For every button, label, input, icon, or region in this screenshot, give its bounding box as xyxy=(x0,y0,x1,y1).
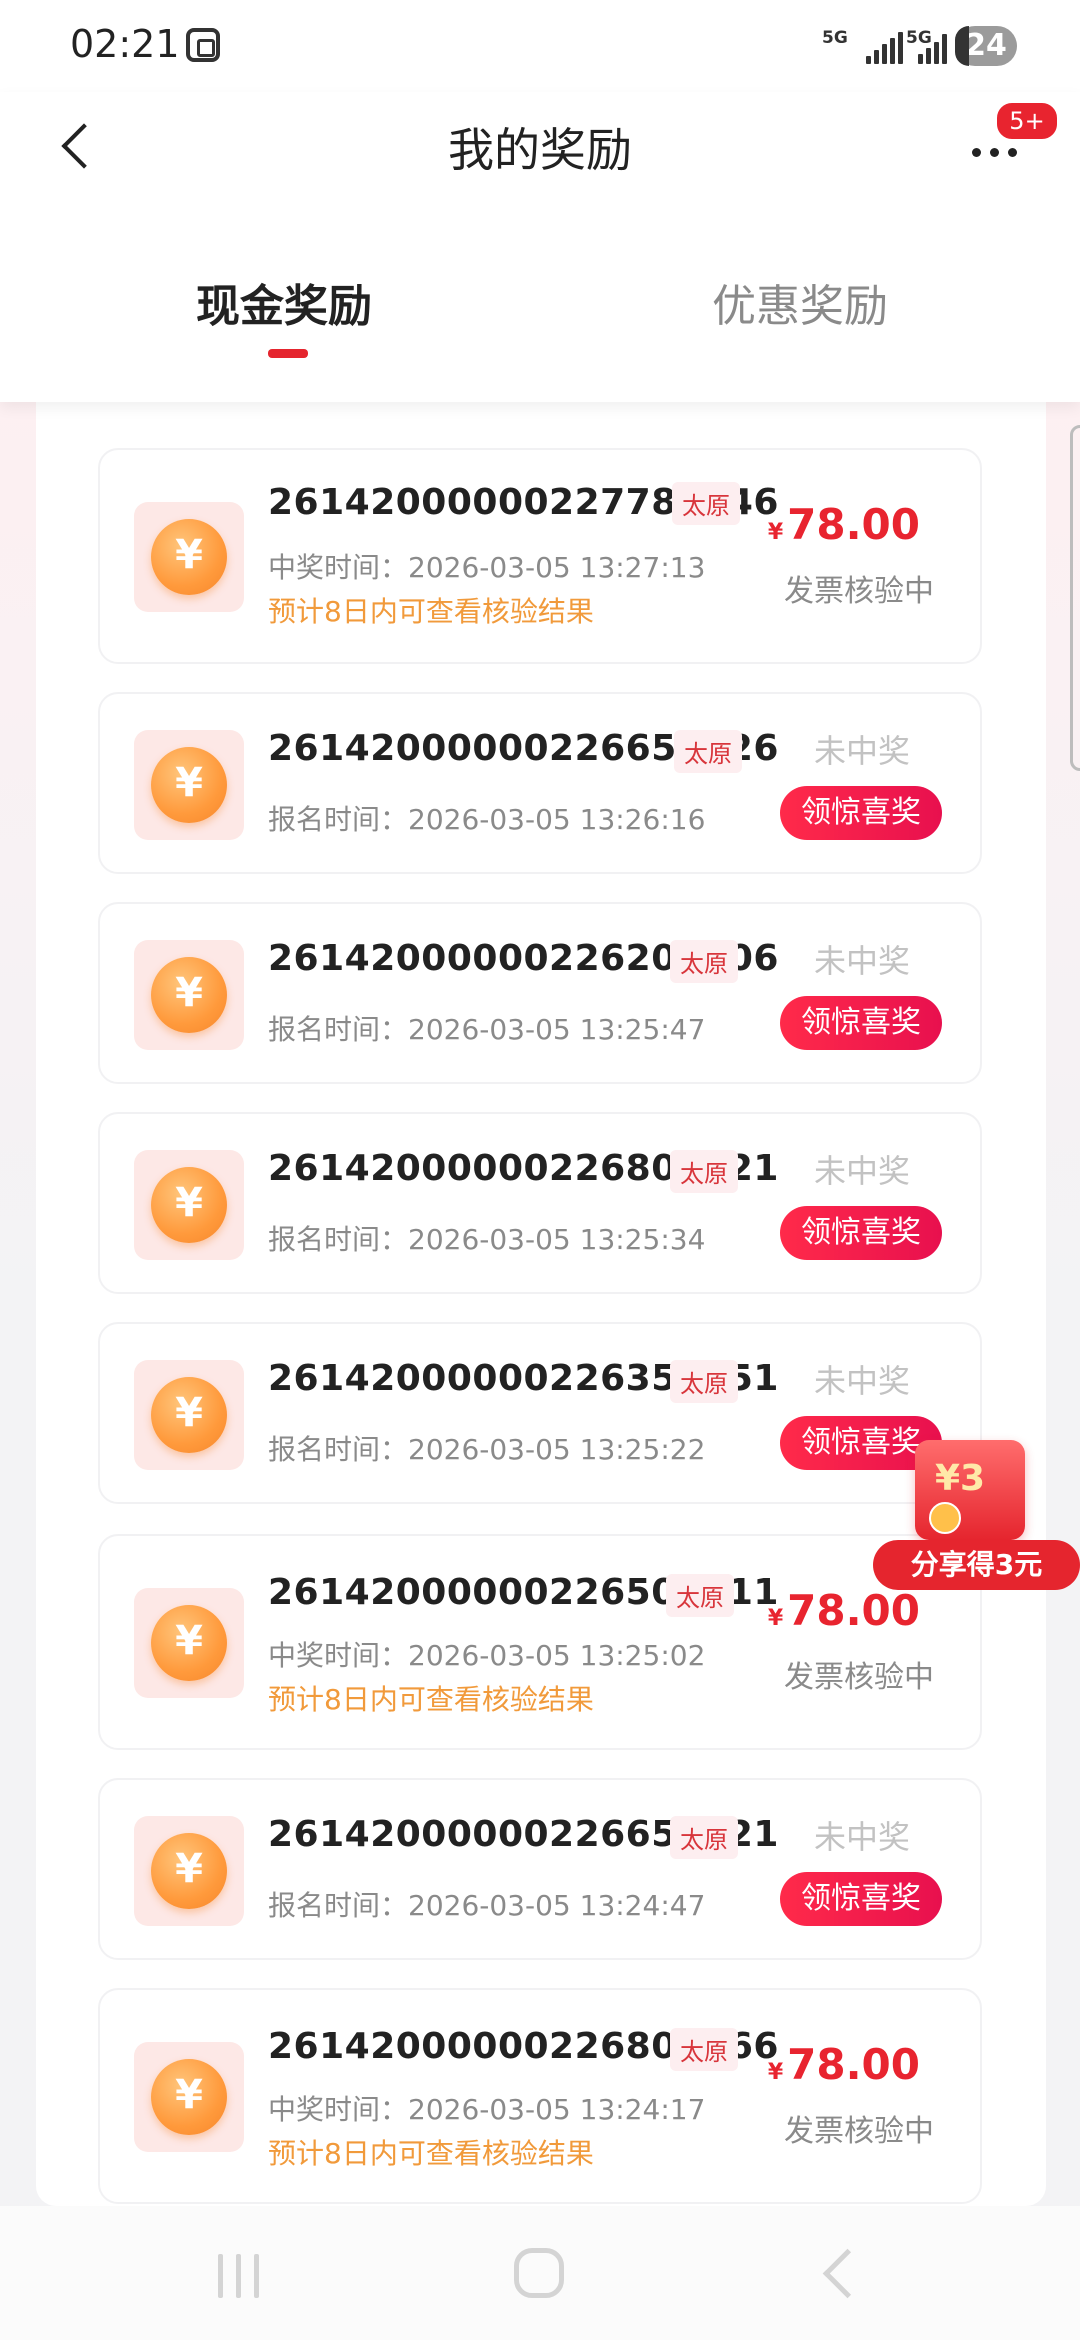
status-bar: 02:21 5G 5G 24 xyxy=(0,0,1080,92)
reward-amount: ¥78.00 xyxy=(767,500,920,549)
status-time: 02:21 xyxy=(70,22,180,66)
status-text: 发票核验中 xyxy=(784,1660,934,1695)
record-time: 中奖时间：2026-03-05 13:24:17 xyxy=(268,2093,706,2126)
city-tag: 太原 xyxy=(670,1360,738,1403)
reward-card[interactable]: ¥ 26142000000226206106 太原 报名时间：2026-03-0… xyxy=(98,902,982,1084)
record-time: 中奖时间：2026-03-05 13:25:02 xyxy=(268,1639,706,1672)
back-nav-icon[interactable] xyxy=(822,2248,873,2299)
result-text: 未中奖 xyxy=(813,1152,910,1190)
claim-surprise-button[interactable]: 领惊喜奖 xyxy=(780,996,942,1050)
reward-card[interactable]: ¥ 26142000000226653721 太原 报名时间：2026-03-0… xyxy=(98,1778,982,1960)
reward-card[interactable]: ¥ 26142000000226805221 太原 报名时间：2026-03-0… xyxy=(98,1112,982,1294)
reward-card[interactable]: ¥ 26142000000226801666 太原 中奖时间：2026-03-0… xyxy=(98,1988,982,2204)
reward-amount: ¥78.00 xyxy=(767,2040,920,2089)
coin-yuan-icon: ¥ xyxy=(134,502,244,612)
city-tag: 太原 xyxy=(670,1816,738,1859)
scrollbar[interactable] xyxy=(1070,425,1080,771)
coin-yuan-icon: ¥ xyxy=(134,1360,244,1470)
coin-yuan-icon: ¥ xyxy=(134,730,244,840)
gold-coin-icon xyxy=(929,1502,961,1534)
city-tag: 太原 xyxy=(670,1150,738,1193)
record-time: 报名时间：2026-03-05 13:24:47 xyxy=(268,1889,706,1922)
signal-icon-2 xyxy=(910,30,950,64)
coin-yuan-icon: ¥ xyxy=(134,2042,244,2152)
tab-coupon-rewards[interactable]: 优惠奖励 xyxy=(712,270,888,334)
coin-yuan-icon: ¥ xyxy=(134,940,244,1050)
record-time: 报名时间：2026-03-05 13:26:16 xyxy=(268,803,706,836)
share-reward-widget[interactable]: ¥3 分享得3元 xyxy=(873,1440,1080,1590)
coin-yuan-icon: ¥ xyxy=(134,1588,244,1698)
battery-icon: 24 xyxy=(955,26,1017,66)
claim-surprise-button[interactable]: 领惊喜奖 xyxy=(780,1206,942,1260)
result-text: 未中奖 xyxy=(813,732,910,770)
reward-card[interactable]: ¥ 26142000000227782546 太原 中奖时间：2026-03-0… xyxy=(98,448,982,664)
page-title: 我的奖励 xyxy=(448,123,632,177)
city-tag: 太原 xyxy=(672,482,740,525)
record-time: 报名时间：2026-03-05 13:25:47 xyxy=(268,1013,706,1046)
tab-cash-rewards[interactable]: 现金奖励 xyxy=(196,270,372,334)
claim-surprise-button[interactable]: 领惊喜奖 xyxy=(780,1872,942,1926)
share-button[interactable]: 分享得3元 xyxy=(873,1540,1080,1590)
city-tag: 太原 xyxy=(674,730,742,773)
status-text: 发票核验中 xyxy=(784,2114,934,2149)
record-time: 报名时间：2026-03-05 13:25:34 xyxy=(268,1223,706,1256)
screenshot-icon xyxy=(186,28,220,62)
status-text: 发票核验中 xyxy=(784,574,934,609)
network-label-1: 5G xyxy=(822,28,848,48)
reward-card[interactable]: ¥ 26142000000226357051 太原 报名时间：2026-03-0… xyxy=(98,1322,982,1504)
result-text: 未中奖 xyxy=(813,1818,910,1856)
city-tag: 太原 xyxy=(666,1574,734,1617)
reward-card[interactable]: ¥ 26142000000226655626 太原 报名时间：2026-03-0… xyxy=(98,692,982,874)
signal-icon-1 xyxy=(866,30,906,64)
tab-indicator xyxy=(268,349,308,358)
result-text: 未中奖 xyxy=(813,1362,910,1400)
reward-amount: ¥78.00 xyxy=(767,1586,920,1635)
notification-badge: 5+ xyxy=(994,100,1060,142)
recent-apps-icon[interactable] xyxy=(218,2254,262,2298)
home-icon[interactable] xyxy=(514,2248,564,2298)
city-tag: 太原 xyxy=(670,2028,738,2071)
record-time: 中奖时间：2026-03-05 13:27:13 xyxy=(268,551,706,584)
verify-note: 预计8日内可查看核验结果 xyxy=(268,595,594,628)
result-text: 未中奖 xyxy=(813,942,910,980)
page-header: 我的奖励 5+ 现金奖励 优惠奖励 xyxy=(0,92,1080,402)
reward-card[interactable]: ¥ 26142000000226505311 太原 中奖时间：2026-03-0… xyxy=(98,1534,982,1750)
verify-note: 预计8日内可查看核验结果 xyxy=(268,2137,594,2170)
system-nav-bar xyxy=(0,2206,1080,2340)
verify-note: 预计8日内可查看核验结果 xyxy=(268,1683,594,1716)
coin-yuan-icon: ¥ xyxy=(134,1150,244,1260)
record-time: 报名时间：2026-03-05 13:25:22 xyxy=(268,1433,706,1466)
city-tag: 太原 xyxy=(670,940,738,983)
claim-surprise-button[interactable]: 领惊喜奖 xyxy=(780,786,942,840)
coin-yuan-icon: ¥ xyxy=(134,1816,244,1926)
